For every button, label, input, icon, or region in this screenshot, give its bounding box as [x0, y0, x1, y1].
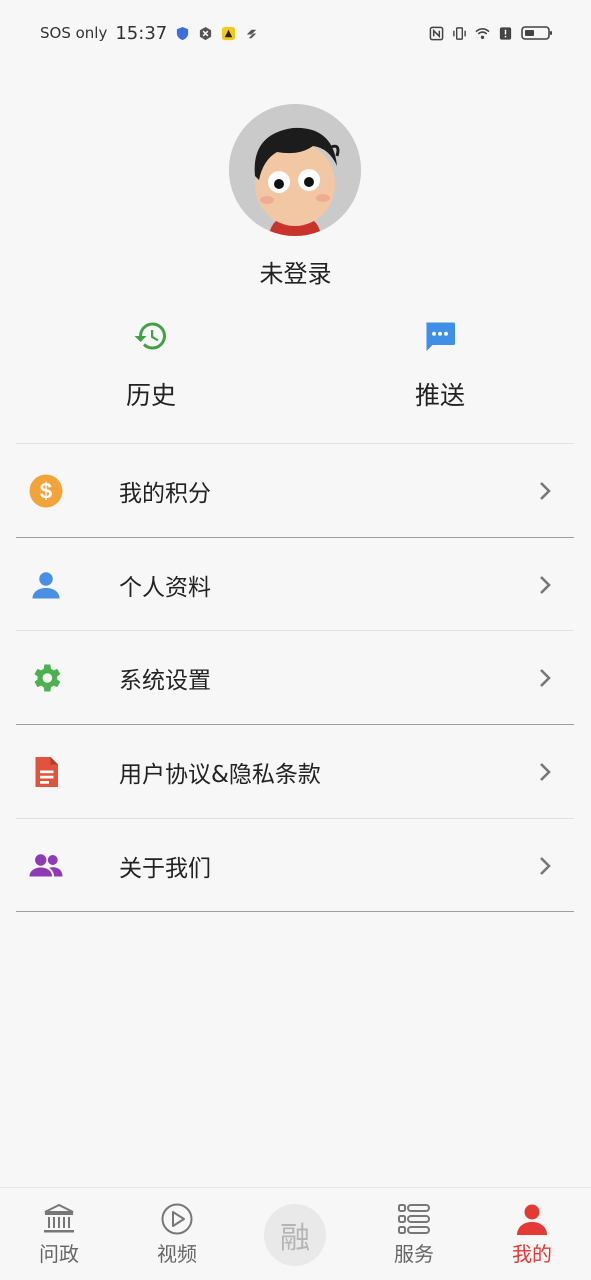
- chevron-right-icon: [540, 481, 551, 500]
- battery-icon: [521, 26, 552, 40]
- menu-item-points[interactable]: $ 我的积分: [0, 444, 591, 537]
- username[interactable]: 未登录: [0, 254, 591, 289]
- group-icon: [29, 853, 63, 876]
- shield-icon: [177, 26, 189, 40]
- history-shortcut[interactable]: 历史: [91, 318, 211, 412]
- vibrate-icon: [453, 26, 466, 40]
- menu-label: 我的积分: [119, 480, 211, 507]
- center-logo-button[interactable]: 融: [264, 1204, 326, 1266]
- push-shortcut[interactable]: 推送: [380, 318, 500, 412]
- menu-label: 关于我们: [119, 855, 211, 882]
- menu-item-profile[interactable]: 个人资料: [0, 538, 591, 631]
- app-notification-icon: [222, 26, 236, 40]
- nav-label: 视频: [157, 1242, 197, 1266]
- person-icon: [517, 1204, 547, 1235]
- chevron-right-icon: [540, 762, 551, 781]
- push-label: 推送: [414, 381, 465, 410]
- center-logo-icon: 融: [280, 1221, 310, 1256]
- chevron-right-icon: [540, 856, 551, 875]
- nav-label: 服务: [394, 1242, 434, 1266]
- bank-icon: [44, 1203, 74, 1233]
- history-label: 历史: [125, 381, 176, 410]
- nav-item-mine[interactable]: 我的: [477, 1188, 587, 1280]
- list-icon: [398, 1204, 430, 1234]
- wifi-icon: [475, 27, 490, 39]
- menu-item-settings[interactable]: 系统设置: [0, 631, 591, 724]
- chevron-right-icon: [540, 668, 551, 687]
- menu-item-agreement[interactable]: 用户协议&隐私条款: [0, 725, 591, 818]
- nav-item-wenzheng[interactable]: 问政: [4, 1188, 114, 1280]
- nav-label: 问政: [39, 1242, 79, 1266]
- bottom-nav: 问政 视频 融 服务 我的: [0, 1187, 591, 1280]
- menu-label: 用户协议&隐私条款: [119, 761, 321, 788]
- menu-item-about[interactable]: 关于我们: [0, 819, 591, 912]
- clock: 15:37: [115, 22, 168, 44]
- avatar-image: [229, 104, 361, 236]
- blocked-icon: [200, 26, 212, 40]
- link-icon: [247, 29, 257, 38]
- history-icon: [134, 322, 166, 350]
- nav-label: 我的: [512, 1242, 552, 1266]
- avatar[interactable]: [229, 104, 361, 236]
- chevron-right-icon: [540, 575, 551, 594]
- alert-icon: [499, 26, 512, 40]
- svg-text:$: $: [40, 478, 53, 503]
- menu-label: 系统设置: [119, 667, 211, 694]
- status-bar: SOS only 15:37: [0, 0, 591, 66]
- coin-icon: $: [29, 474, 63, 507]
- play-icon: [161, 1203, 193, 1235]
- person-icon: [32, 571, 60, 598]
- nav-item-video[interactable]: 视频: [122, 1188, 232, 1280]
- message-icon: [426, 322, 455, 351]
- gear-icon: [34, 664, 61, 691]
- divider: [16, 911, 574, 912]
- carrier-text: SOS only: [40, 24, 108, 42]
- menu-label: 个人资料: [119, 574, 211, 601]
- document-icon: [35, 756, 58, 787]
- nfc-icon: [429, 26, 444, 40]
- nav-item-service[interactable]: 服务: [359, 1188, 469, 1280]
